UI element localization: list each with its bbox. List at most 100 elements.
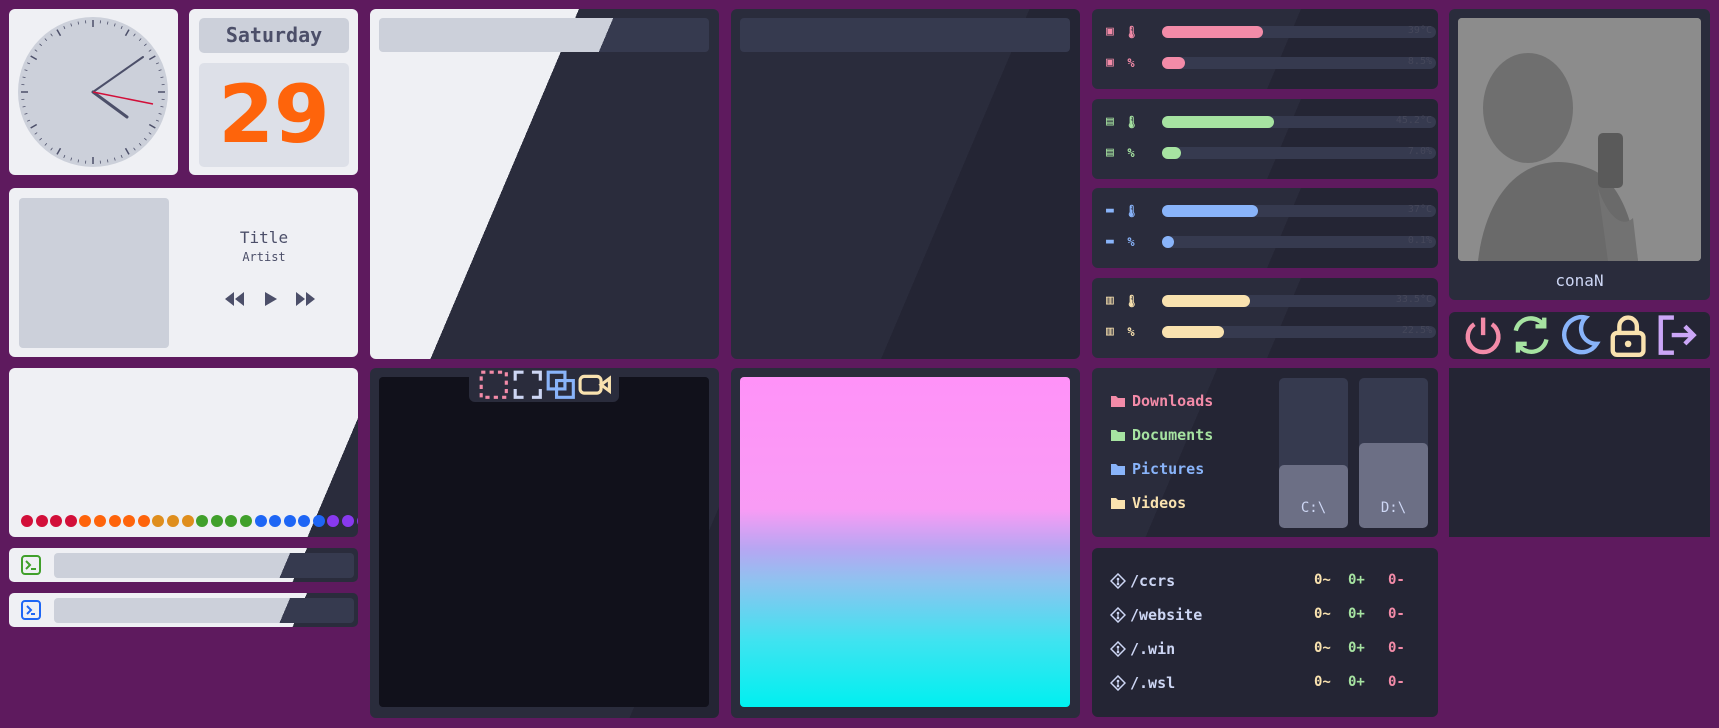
git-icon [1110, 573, 1126, 589]
previous-button[interactable] [222, 288, 248, 310]
folder-downloads[interactable]: Downloads [1110, 392, 1213, 410]
power-icon[interactable] [1459, 312, 1507, 359]
folder-label: Videos [1132, 494, 1187, 512]
color-palette-widget [9, 368, 358, 537]
palette-dot[interactable] [269, 515, 282, 527]
folder-videos[interactable]: Videos [1110, 494, 1186, 512]
cpu-icon: ▣ [1106, 55, 1114, 70]
powershell-launcher[interactable] [9, 593, 358, 627]
logout-icon[interactable] [1652, 312, 1700, 359]
percent-icon: % [1127, 325, 1135, 339]
sleep-icon[interactable] [1555, 312, 1603, 359]
folder-label: Downloads [1132, 392, 1214, 410]
powershell-input-bar[interactable] [54, 598, 354, 623]
palette-dot[interactable] [64, 515, 77, 527]
window-capture-icon[interactable] [544, 368, 578, 402]
gpu-temp-value: 45.2°C [1395, 115, 1432, 126]
cpu-temp-bar: 39°C [1162, 25, 1436, 38]
capture-preview [379, 377, 709, 707]
wallpaper-image[interactable] [740, 377, 1070, 707]
palette-dot[interactable] [21, 515, 33, 527]
repo-removed: 0- [1388, 674, 1405, 690]
terminal-launcher[interactable] [9, 548, 358, 582]
ram-temp-bar: 33.5°C [1162, 294, 1436, 307]
disk-stats: ▬ 🌡 37°C ▬% 0.1% [1092, 188, 1438, 268]
palette-dot[interactable] [239, 515, 252, 527]
palette-dot[interactable] [108, 515, 121, 527]
avatar [1458, 18, 1701, 261]
cpu-percent-value: 8.5% [1407, 56, 1432, 67]
gpu-percent-fill [1162, 147, 1182, 159]
palette-dot[interactable] [79, 515, 92, 527]
gpu-percent-bar: 7.0% [1162, 146, 1436, 159]
disk-icon: ▬ [1106, 203, 1114, 218]
gpu-icon: ▤ [1106, 145, 1114, 160]
album-art [19, 198, 169, 348]
repo-row[interactable]: /ccrs 0~ 0+ 0- [1110, 572, 1430, 590]
fullscreen-icon[interactable] [511, 368, 545, 402]
repo-row[interactable]: /.win 0~ 0+ 0- [1110, 640, 1430, 658]
repo-name: /.wsl [1130, 674, 1176, 692]
palette-dot[interactable] [298, 515, 311, 527]
palette-dot[interactable] [196, 515, 209, 527]
disk-temp-bar: 37°C [1162, 204, 1436, 217]
cpu-icon: ▣ [1106, 24, 1114, 39]
repo-row[interactable]: /website 0~ 0+ 0- [1110, 606, 1430, 624]
repo-row[interactable]: /.wsl 0~ 0+ 0- [1110, 674, 1430, 692]
palette-dot[interactable] [181, 515, 194, 527]
palette-dot[interactable] [35, 515, 48, 527]
record-video-icon[interactable] [578, 368, 612, 402]
disk-temp-value: 37°C [1407, 204, 1432, 215]
palette-dot[interactable] [356, 515, 358, 527]
repo-changed: 0~ [1314, 674, 1331, 690]
palette-dot[interactable] [327, 515, 340, 527]
palette-dot[interactable] [93, 515, 106, 527]
wallpaper-widget [731, 368, 1080, 718]
palette-dot[interactable] [50, 515, 63, 527]
palette-dot[interactable] [152, 515, 165, 527]
palette-dots [21, 515, 358, 527]
palette-dot[interactable] [123, 515, 136, 527]
palette-dot[interactable] [225, 515, 238, 527]
drive-c[interactable]: C:\ [1279, 378, 1348, 528]
ram-temp-fill [1162, 295, 1250, 307]
clock-widget [9, 9, 178, 175]
folder-pictures[interactable]: Pictures [1110, 460, 1204, 478]
gpu-temp-bar: 45.2°C [1162, 115, 1436, 128]
palette-dot[interactable] [283, 515, 296, 527]
git-icon [1110, 607, 1126, 623]
disk-percent-row: ▬% 0.1% [1106, 234, 1436, 250]
drive-d[interactable]: D:\ [1359, 378, 1428, 528]
palette-dot[interactable] [137, 515, 150, 527]
git-icon [1110, 675, 1126, 691]
palette-dot[interactable] [166, 515, 179, 527]
play-button[interactable] [257, 288, 283, 310]
next-button[interactable] [292, 288, 318, 310]
folder-icon [1111, 430, 1125, 441]
thermometer-icon: 🌡 [1124, 25, 1140, 39]
palette-dot[interactable] [312, 515, 325, 527]
address-bar-right[interactable] [740, 18, 1070, 52]
repo-removed: 0- [1388, 572, 1405, 588]
disk-icon: ▬ [1106, 234, 1114, 249]
user-profile: conaN [1449, 9, 1710, 300]
disk-percent-bar: 0.1% [1162, 235, 1436, 248]
folder-documents[interactable]: Documents [1110, 426, 1213, 444]
restart-icon[interactable] [1507, 312, 1555, 359]
repo-name: /website [1130, 606, 1203, 624]
lock-icon[interactable] [1604, 312, 1652, 359]
folder-icon [1111, 464, 1125, 475]
palette-dot[interactable] [210, 515, 223, 527]
music-player: Title Artist [9, 188, 358, 357]
address-bar-left[interactable] [379, 18, 709, 52]
ram-stats: ▥ 🌡 33.5°C ▥% 22.5% [1092, 278, 1438, 358]
palette-dot[interactable] [342, 515, 355, 527]
browser-panel-right [731, 9, 1080, 359]
percent-icon: % [1127, 56, 1135, 70]
repo-removed: 0- [1388, 606, 1405, 622]
gpu-temp-fill [1162, 116, 1275, 128]
palette-dot[interactable] [254, 515, 267, 527]
ram-percent-value: 22.5% [1401, 325, 1432, 336]
region-select-icon[interactable] [477, 368, 511, 402]
terminal-input-bar[interactable] [54, 553, 354, 578]
